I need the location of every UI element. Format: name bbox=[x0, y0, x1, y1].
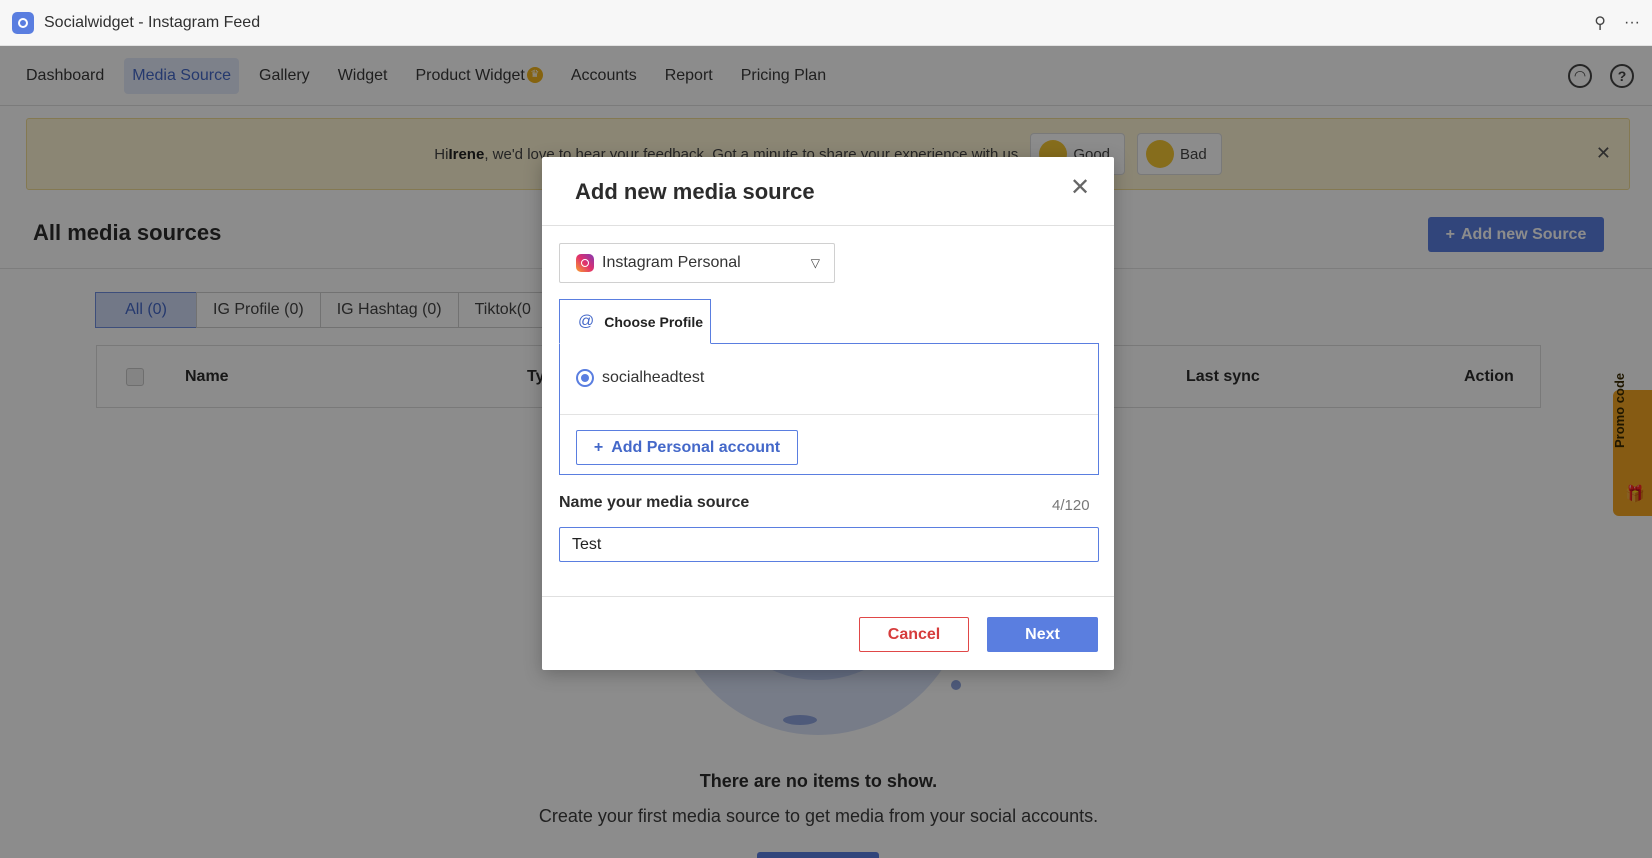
profile-name[interactable]: socialheadtest bbox=[602, 369, 704, 387]
profile-divider bbox=[560, 414, 1098, 415]
name-char-count: 4/120 bbox=[1052, 497, 1090, 514]
profile-list: socialheadtest + Add Personal account bbox=[559, 343, 1099, 475]
at-icon: @ bbox=[578, 312, 595, 330]
chevron-down-icon: ▽ bbox=[810, 256, 820, 270]
app-icon bbox=[12, 11, 34, 34]
more-options-icon[interactable]: ··· bbox=[1624, 14, 1640, 32]
instagram-icon bbox=[576, 254, 594, 272]
add-personal-account-label: Add Personal account bbox=[611, 438, 781, 456]
plus-icon: + bbox=[593, 438, 604, 456]
modal-title: Add new media source bbox=[575, 179, 815, 204]
title-bar: Socialwidget - Instagram Feed ⚲ ··· bbox=[0, 0, 1652, 46]
media-source-name-input[interactable] bbox=[559, 527, 1099, 562]
profile-radio[interactable] bbox=[576, 369, 594, 387]
add-media-source-modal: Add new media source ✕ Instagram Persona… bbox=[542, 157, 1114, 670]
modal-header-divider bbox=[542, 225, 1114, 226]
pin-icon[interactable]: ⚲ bbox=[1594, 13, 1606, 33]
window-title: Socialwidget - Instagram Feed bbox=[44, 13, 261, 31]
next-button[interactable]: Next bbox=[987, 617, 1098, 652]
name-field-label: Name your media source bbox=[559, 494, 750, 511]
close-icon[interactable]: ✕ bbox=[1070, 173, 1090, 202]
modal-footer-divider bbox=[542, 596, 1114, 597]
tab-choose-profile[interactable]: @ Choose Profile bbox=[559, 299, 711, 344]
add-personal-account-button[interactable]: + Add Personal account bbox=[576, 430, 798, 465]
cancel-button[interactable]: Cancel bbox=[859, 617, 969, 652]
choose-profile-label: Choose Profile bbox=[604, 313, 704, 330]
source-type-select[interactable]: Instagram Personal ▽ bbox=[559, 243, 835, 283]
source-type-value: Instagram Personal bbox=[602, 254, 741, 271]
